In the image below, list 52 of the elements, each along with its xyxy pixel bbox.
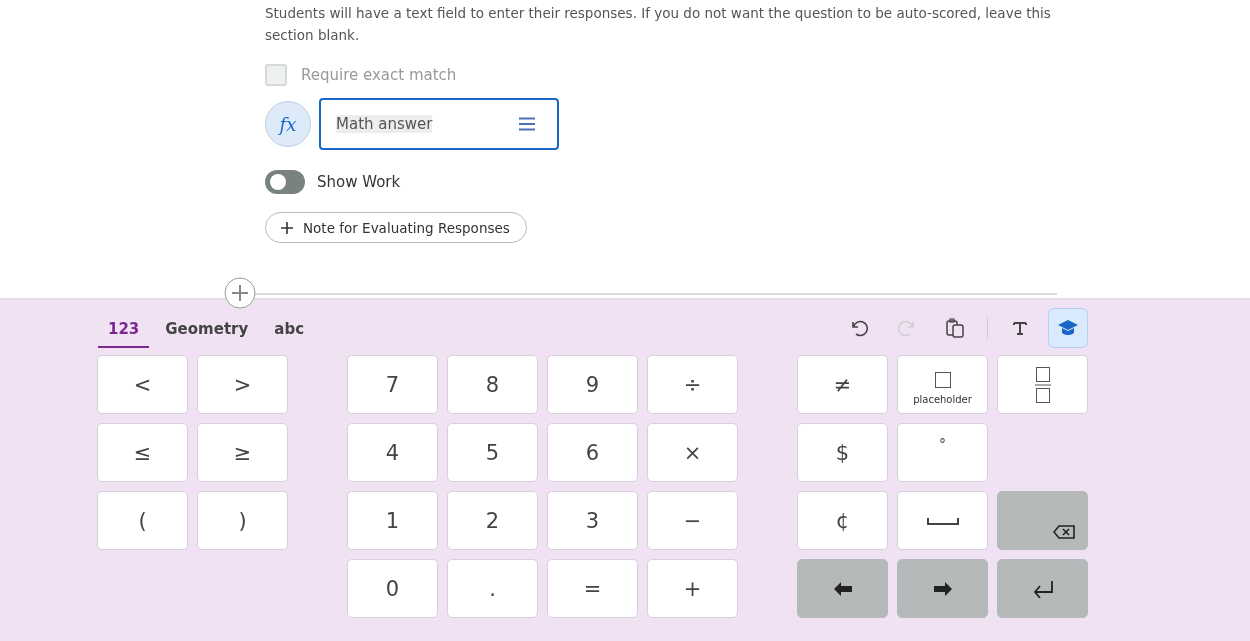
key[interactable]: 0 xyxy=(347,559,438,618)
space-icon xyxy=(926,515,959,526)
key[interactable]: ( xyxy=(97,491,188,550)
key[interactable]: × xyxy=(647,423,738,482)
key[interactable]: > xyxy=(197,355,288,414)
fraction-icon xyxy=(1034,365,1051,404)
key[interactable]: 1 xyxy=(347,491,438,550)
key[interactable]: . xyxy=(447,559,538,618)
checkbox[interactable] xyxy=(265,64,287,86)
left-arrow-key[interactable] xyxy=(797,559,888,618)
right-arrow-icon xyxy=(933,581,952,596)
key[interactable]: 8 xyxy=(447,355,538,414)
fraction-key[interactable] xyxy=(997,355,1088,414)
key[interactable]: = xyxy=(547,559,638,618)
plus-icon xyxy=(281,221,293,234)
key[interactable]: 3 xyxy=(547,491,638,550)
key[interactable]: < xyxy=(97,355,188,414)
toggle-label: Show Work xyxy=(317,173,401,191)
add-note-button[interactable]: Note for Evaluating Responses xyxy=(265,212,527,243)
placeholder-key[interactable]: placeholder xyxy=(897,355,988,414)
backspace-icon xyxy=(1053,525,1075,539)
key[interactable]: + xyxy=(647,559,738,618)
degree-key[interactable]: ° xyxy=(897,423,988,482)
key[interactable]: ÷ xyxy=(647,355,738,414)
key[interactable]: $ xyxy=(797,423,888,482)
toggle-switch[interactable] xyxy=(265,170,305,194)
left-arrow-icon xyxy=(833,581,852,596)
key[interactable]: ¢ xyxy=(797,491,888,550)
checkbox-label: Require exact match xyxy=(301,66,457,84)
formula-button[interactable]: fx xyxy=(265,101,311,147)
key[interactable]: 6 xyxy=(547,423,638,482)
right-arrow-key[interactable] xyxy=(897,559,988,618)
graduation-cap-icon[interactable] xyxy=(1048,308,1088,348)
key[interactable]: 2 xyxy=(447,491,538,550)
keyboard-tab[interactable]: Geometry xyxy=(155,320,259,348)
key[interactable]: ) xyxy=(197,491,288,550)
key[interactable]: ≠ xyxy=(797,355,888,414)
key[interactable]: 4 xyxy=(347,423,438,482)
menu-icon[interactable] xyxy=(519,117,535,131)
key[interactable]: − xyxy=(647,491,738,550)
key[interactable]: ≤ xyxy=(97,423,188,482)
key[interactable]: 7 xyxy=(347,355,438,414)
key[interactable]: 9 xyxy=(547,355,638,414)
instructions-text: Students will have a text field to enter their responses. If you do not want the question to be auto-scored, leave this section blank. xyxy=(265,4,1052,45)
add-icon[interactable] xyxy=(224,277,256,309)
math-answer-field[interactable]: Math answer xyxy=(319,98,559,150)
key[interactable]: ≥ xyxy=(197,423,288,482)
backspace-key[interactable] xyxy=(997,491,1088,550)
key[interactable]: 5 xyxy=(447,423,538,482)
keyboard-tab[interactable]: 123 xyxy=(98,320,150,348)
keyboard-tab[interactable]: abc xyxy=(264,320,315,348)
enter-icon xyxy=(1031,579,1054,598)
